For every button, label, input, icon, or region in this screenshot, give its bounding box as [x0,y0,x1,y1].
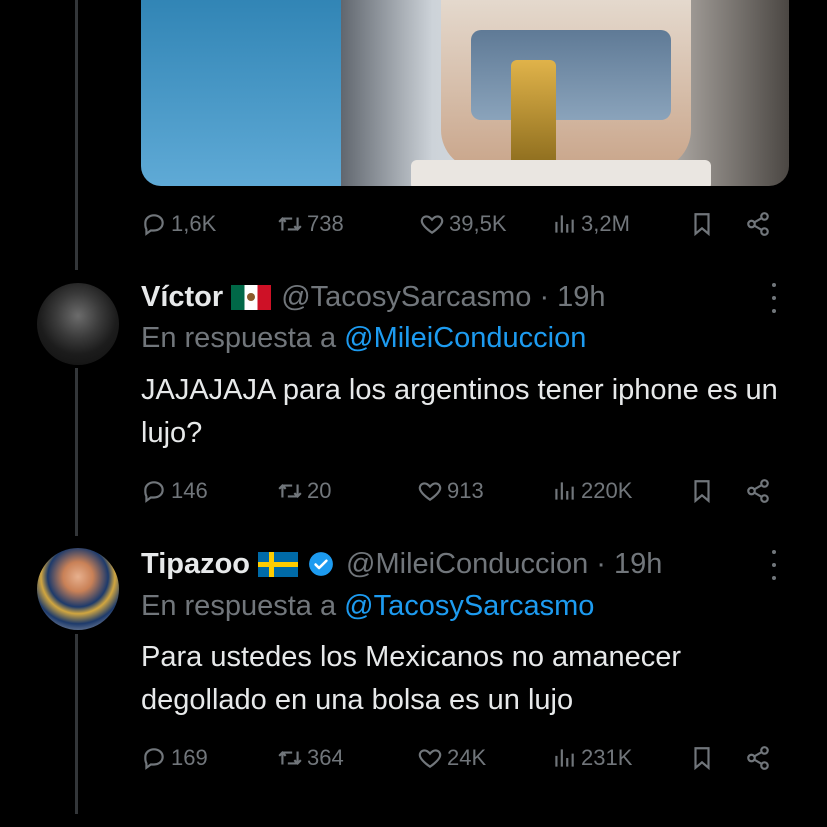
share-button[interactable] [745,740,771,776]
more-options-icon[interactable] [766,283,782,313]
heart-icon [418,482,442,501]
timestamp[interactable]: · 19h [596,548,662,581]
views-count: 3,2M [581,211,630,236]
more-options-icon[interactable] [766,550,782,580]
action-bar: 169 364 24K 231K [141,740,781,776]
bookmark-button[interactable] [689,473,715,509]
views-icon [555,749,574,767]
bookmark-button[interactable] [689,740,715,776]
reply-icon [144,748,164,770]
tweet-text: Para ustedes los Mexicanos no amanecer d… [141,641,682,716]
bookmark-icon [694,480,710,504]
action-bar: 146 20 913 220K [141,473,781,509]
tweet-media-image[interactable] [141,0,789,186]
views-button[interactable]: 220K [551,473,632,509]
like-count: 39,5K [449,211,507,236]
retweet-icon [278,484,302,498]
reply-to-mention[interactable]: @TacosySarcasmo [344,590,594,622]
reply-prefix: En respuesta a [141,590,337,622]
share-button[interactable] [745,473,771,509]
handle[interactable]: @TacosySarcasmo [281,281,531,314]
tweet-header: Víctor @TacosySarcasmo · 19h [141,278,606,316]
reply-to-mention[interactable]: @MileiConduccion [344,322,586,354]
thread-line [75,0,78,270]
like-button[interactable]: 39,5K [419,206,507,242]
bookmark-icon [694,213,710,237]
reply-context: En respuesta a @TacosySarcasmo [141,590,594,623]
views-button[interactable]: 231K [551,740,632,776]
reply-count: 1,6K [171,211,217,236]
verified-badge-icon [309,552,333,576]
timestamp[interactable]: · 19h [539,281,605,314]
retweet-button[interactable]: 364 [277,740,344,776]
retweet-button[interactable]: 738 [277,206,344,242]
retweet-count: 20 [307,478,332,503]
retweet-count: 364 [307,745,344,770]
bookmark-button[interactable] [689,206,715,242]
retweet-button[interactable]: 20 [277,473,331,509]
reply-context: En respuesta a @MileiConduccion [141,322,586,355]
retweet-count: 738 [307,211,344,236]
like-count: 24K [447,745,487,770]
reply-count: 169 [171,745,208,770]
like-button[interactable]: 913 [417,473,484,509]
views-icon [555,215,574,233]
share-button[interactable] [745,206,771,242]
like-button[interactable]: 24K [417,740,486,776]
retweet-icon [278,217,302,231]
thread-line [75,368,78,536]
reply-icon [144,481,164,503]
action-bar: 1,6K 738 39,5K 3,2M [141,206,781,242]
handle[interactable]: @MileiConduccion [346,548,588,581]
reply-button[interactable]: 146 [141,473,208,509]
reply-button[interactable]: 169 [141,740,208,776]
views-button[interactable]: 3,2M [551,206,630,242]
reply-button[interactable]: 1,6K [141,206,216,242]
display-name[interactable]: Tipazoo [141,548,250,581]
share-icon [747,212,769,236]
bookmark-icon [694,747,710,771]
sweden-flag-icon [258,551,299,577]
avatar[interactable] [37,283,119,365]
views-count: 220K [581,478,633,503]
views-count: 231K [581,745,633,770]
reply-icon [144,214,164,236]
retweet-icon [278,751,302,765]
tweet-header: Tipazoo @MileiConduccion · 19h [141,545,662,583]
heart-icon [420,215,444,234]
tweet-text: JAJAJAJA para los argentinos tener iphon… [141,374,778,449]
avatar[interactable] [37,548,119,630]
share-icon [747,746,769,770]
share-icon [747,479,769,503]
reply-prefix: En respuesta a [141,322,337,354]
thread-line [75,634,78,814]
display-name[interactable]: Víctor [141,281,223,314]
views-icon [555,482,574,500]
mexico-flag-icon [231,284,272,310]
heart-icon [418,749,442,768]
reply-count: 146 [171,478,208,503]
like-count: 913 [447,478,484,503]
